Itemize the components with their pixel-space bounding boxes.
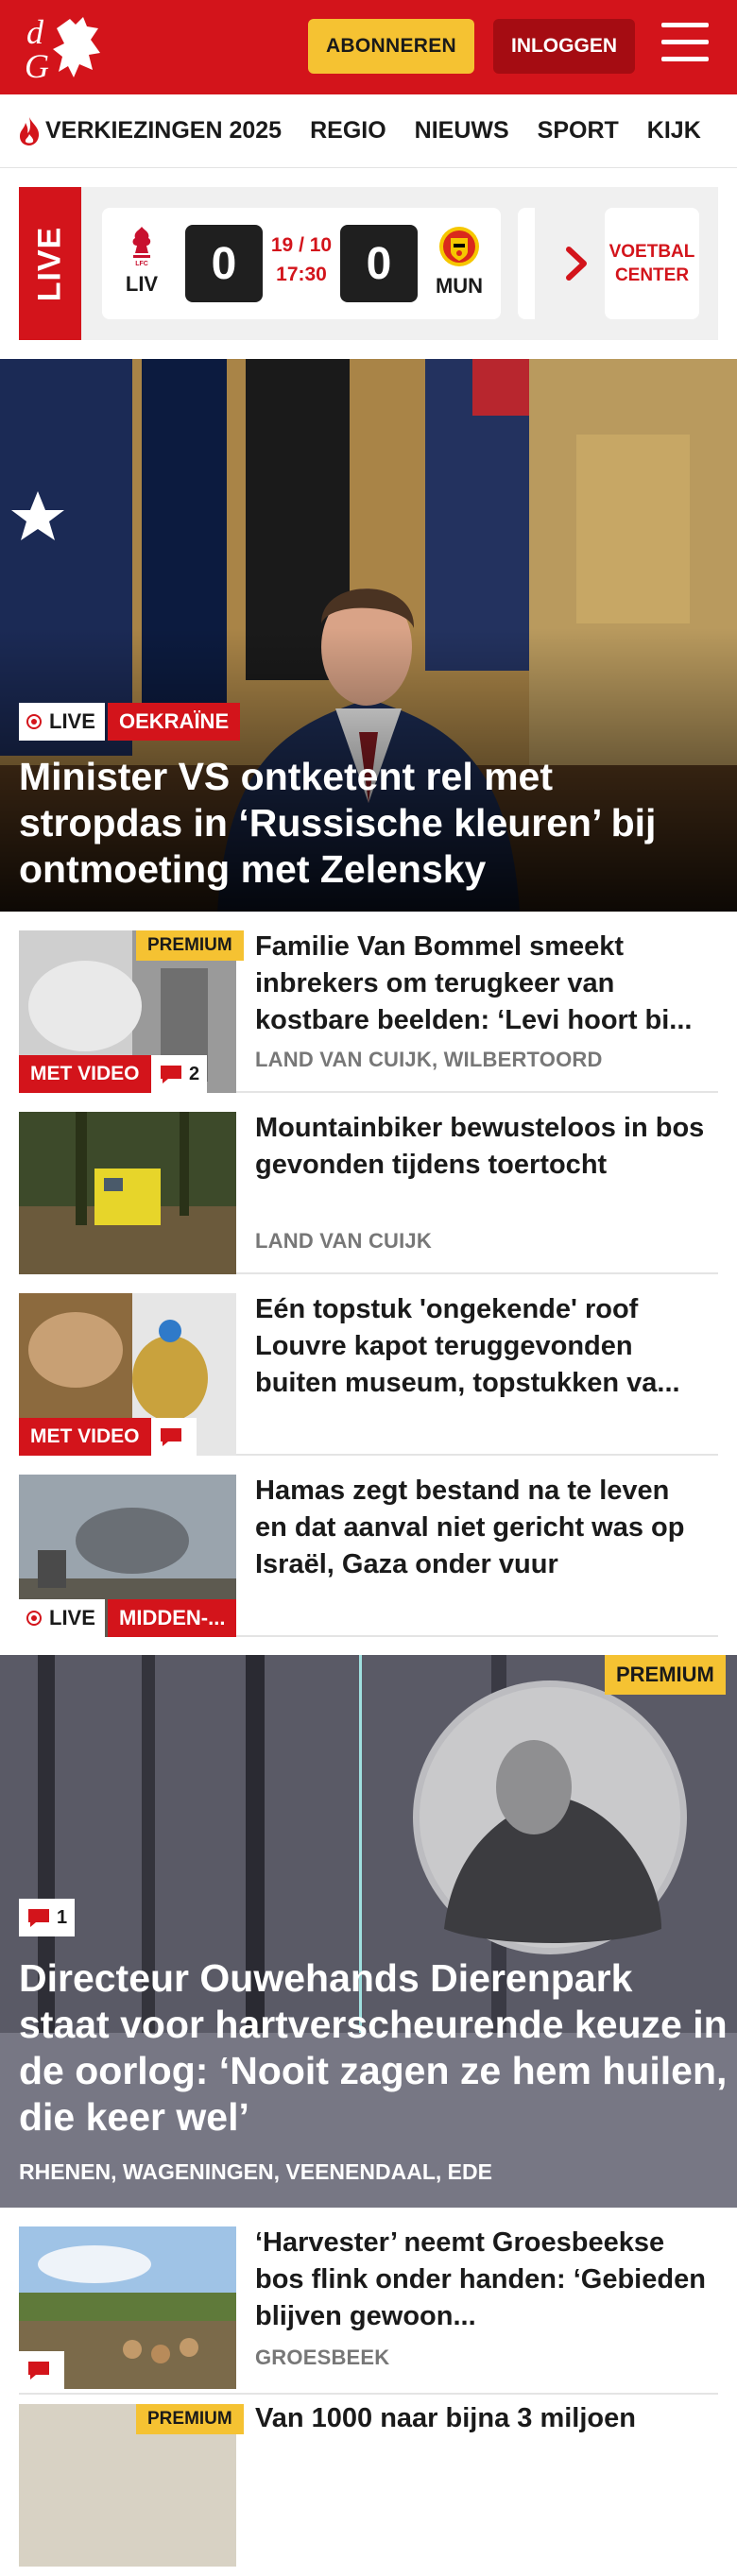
away-team-name: MUN bbox=[435, 274, 484, 298]
hero-article[interactable]: LIVE OEKRAÏNE Minister VS ontketent rel … bbox=[0, 359, 737, 912]
svg-text:LFC: LFC bbox=[135, 261, 148, 266]
nav-item-label: VERKIEZINGEN 2025 bbox=[45, 117, 283, 144]
article-title[interactable]: Familie Van Bommel smeekt inbrekers om t… bbox=[255, 929, 709, 1039]
premium-badge: PREMIUM bbox=[136, 930, 244, 961]
feature-article[interactable]: PREMIUM 1 Directeur Ouwehands Dierenpark… bbox=[0, 1655, 737, 2208]
chevron-right-icon[interactable] bbox=[557, 240, 595, 287]
article-title[interactable]: Van 1000 naar bijna 3 miljoen bbox=[255, 2400, 709, 2437]
article-title[interactable]: Hamas zegt bestand na te leven en dat aa… bbox=[255, 1473, 709, 1583]
nav-item-nieuws[interactable]: NIEUWS bbox=[415, 117, 509, 145]
site-header: d G ABONNEREN INLOGGEN bbox=[0, 0, 737, 94]
match-time: 17:30 bbox=[276, 264, 327, 285]
article-title[interactable]: Mountainbiker bewusteloos in bos gevonde… bbox=[255, 1110, 709, 1184]
feature-location: RHENEN, WAGENINGEN, VEENENDAAL, EDE bbox=[19, 2159, 492, 2184]
match-datetime: 19 / 10 17:30 bbox=[268, 230, 334, 289]
category-badge: OEKRAÏNE bbox=[108, 703, 241, 741]
article-row[interactable]: LIVE MIDDEN-... Hamas zegt bestand na te… bbox=[19, 1456, 718, 1637]
article-thumbnail bbox=[19, 1112, 236, 1274]
premium-badge: PREMIUM bbox=[605, 1655, 726, 1695]
site-logo[interactable]: d G bbox=[21, 11, 106, 85]
subscribe-button[interactable]: ABONNEREN bbox=[308, 19, 474, 74]
live-badge: LIVE bbox=[19, 1599, 105, 1637]
premium-badge: PREMIUM bbox=[136, 2404, 244, 2434]
live-dot-icon bbox=[26, 714, 42, 729]
article-row[interactable]: PREMIUM Van 1000 naar bijna 3 miljoen bbox=[19, 2395, 718, 2576]
video-badge: MET VIDEO bbox=[19, 1418, 151, 1456]
feature-title[interactable]: Directeur Ouwehands Dierenpark staat voo… bbox=[19, 1955, 728, 2141]
article-location: LAND VAN CUIJK, WILBERTOORD bbox=[255, 1048, 603, 1071]
nav-item-kijk[interactable]: KIJK bbox=[647, 117, 701, 145]
next-match-card-edge[interactable] bbox=[518, 208, 535, 319]
article-row[interactable]: MET VIDEO Eén topstuk 'ongekende' roof L… bbox=[19, 1274, 718, 1456]
nav-item-verkiezingen[interactable]: VERKIEZINGEN 2025 bbox=[17, 116, 282, 146]
match-date: 19 / 10 bbox=[270, 234, 333, 256]
article-location: GROESBEEK bbox=[255, 2346, 390, 2369]
article-title[interactable]: Eén topstuk 'ongekende' roof Louvre kapo… bbox=[255, 1291, 709, 1402]
flame-icon bbox=[20, 116, 40, 145]
home-score: 0 bbox=[185, 225, 263, 302]
svg-text:G: G bbox=[25, 47, 49, 83]
live-scores-bar: LIVE LFC LIV 0 19 / 10 17:30 0 MUN VOETB… bbox=[19, 187, 718, 340]
away-team: MUN bbox=[431, 225, 488, 299]
comment-badge: 1 bbox=[19, 1899, 76, 1936]
article-location: LAND VAN CUIJK bbox=[255, 1229, 432, 1253]
comment-badge bbox=[151, 1418, 197, 1456]
nav-item-regio[interactable]: REGIO bbox=[310, 117, 386, 145]
comment-badge: 2 bbox=[151, 1055, 208, 1093]
article-title[interactable]: ‘Harvester’ neemt Groesbeekse bos flink … bbox=[255, 2225, 709, 2335]
live-badge: LIVE bbox=[19, 703, 105, 741]
live-dot-icon bbox=[26, 1611, 42, 1626]
away-score: 0 bbox=[340, 225, 418, 302]
hero-title[interactable]: Minister VS ontketent rel met stropdas i… bbox=[19, 754, 718, 893]
nav-item-sport[interactable]: SPORT bbox=[538, 117, 619, 145]
main-navigation: VERKIEZINGEN 2025 REGIO NIEUWS SPORT KIJ… bbox=[0, 94, 737, 168]
comment-icon bbox=[28, 1909, 49, 1927]
comment-badge bbox=[19, 2351, 64, 2389]
comment-icon bbox=[161, 1066, 181, 1083]
voetbal-center-link[interactable]: VOETBAL CENTER bbox=[605, 208, 699, 319]
category-badge: MIDDEN-... bbox=[108, 1599, 237, 1637]
video-badge: MET VIDEO bbox=[19, 1055, 151, 1093]
match-card[interactable]: LFC LIV 0 19 / 10 17:30 0 MUN bbox=[102, 208, 501, 319]
article-row[interactable]: ‘Harvester’ neemt Groesbeekse bos flink … bbox=[19, 2208, 718, 2395]
hamburger-menu-icon[interactable] bbox=[661, 23, 709, 68]
svg-text:d: d bbox=[26, 13, 44, 51]
login-button[interactable]: INLOGGEN bbox=[493, 19, 635, 74]
article-row[interactable]: Mountainbiker bewusteloos in bos gevonde… bbox=[19, 1093, 718, 1274]
home-team-name: LIV bbox=[125, 272, 159, 296]
manchester-united-crest-icon bbox=[439, 227, 479, 266]
comment-icon bbox=[161, 1428, 181, 1446]
article-row[interactable]: PREMIUM MET VIDEO 2 Familie Van Bommel s… bbox=[19, 912, 718, 1093]
comment-icon bbox=[28, 2362, 49, 2380]
home-team: LFC LIV bbox=[113, 225, 170, 297]
liverpool-crest-icon: LFC bbox=[132, 227, 151, 267]
live-label: LIVE bbox=[19, 187, 81, 340]
